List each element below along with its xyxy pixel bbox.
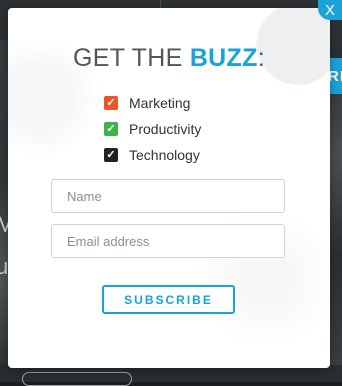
heading-prefix: GET THE — [73, 44, 190, 72]
newsletter-popup: GET THE BUZZ: ✓ Marketing ✓ Productivity… — [8, 8, 330, 368]
check-icon[interactable]: ✓ — [104, 122, 118, 136]
interest-option-marketing[interactable]: ✓ Marketing — [104, 90, 201, 116]
heading-accent: BUZZ — [189, 44, 258, 72]
interest-option-productivity[interactable]: ✓ Productivity — [104, 116, 201, 142]
check-icon[interactable]: ✓ — [104, 148, 118, 162]
interest-label: Productivity — [129, 121, 202, 137]
check-icon[interactable]: ✓ — [104, 96, 118, 110]
close-label: X — [324, 1, 335, 19]
popup-heading: GET THE BUZZ: — [8, 44, 330, 73]
interest-option-technology[interactable]: ✓ Technology — [104, 142, 201, 168]
interest-checklist: ✓ Marketing ✓ Productivity ✓ Technology — [104, 90, 201, 168]
background-bottom-button[interactable] — [22, 372, 132, 386]
close-icon[interactable]: X — [318, 0, 342, 20]
name-field[interactable] — [51, 179, 285, 213]
interest-label: Technology — [129, 147, 200, 163]
interest-label: Marketing — [129, 95, 191, 111]
heading-suffix: : — [257, 44, 265, 72]
subscribe-button[interactable]: SUBSCRIBE — [102, 285, 235, 314]
email-field[interactable] — [51, 224, 285, 258]
